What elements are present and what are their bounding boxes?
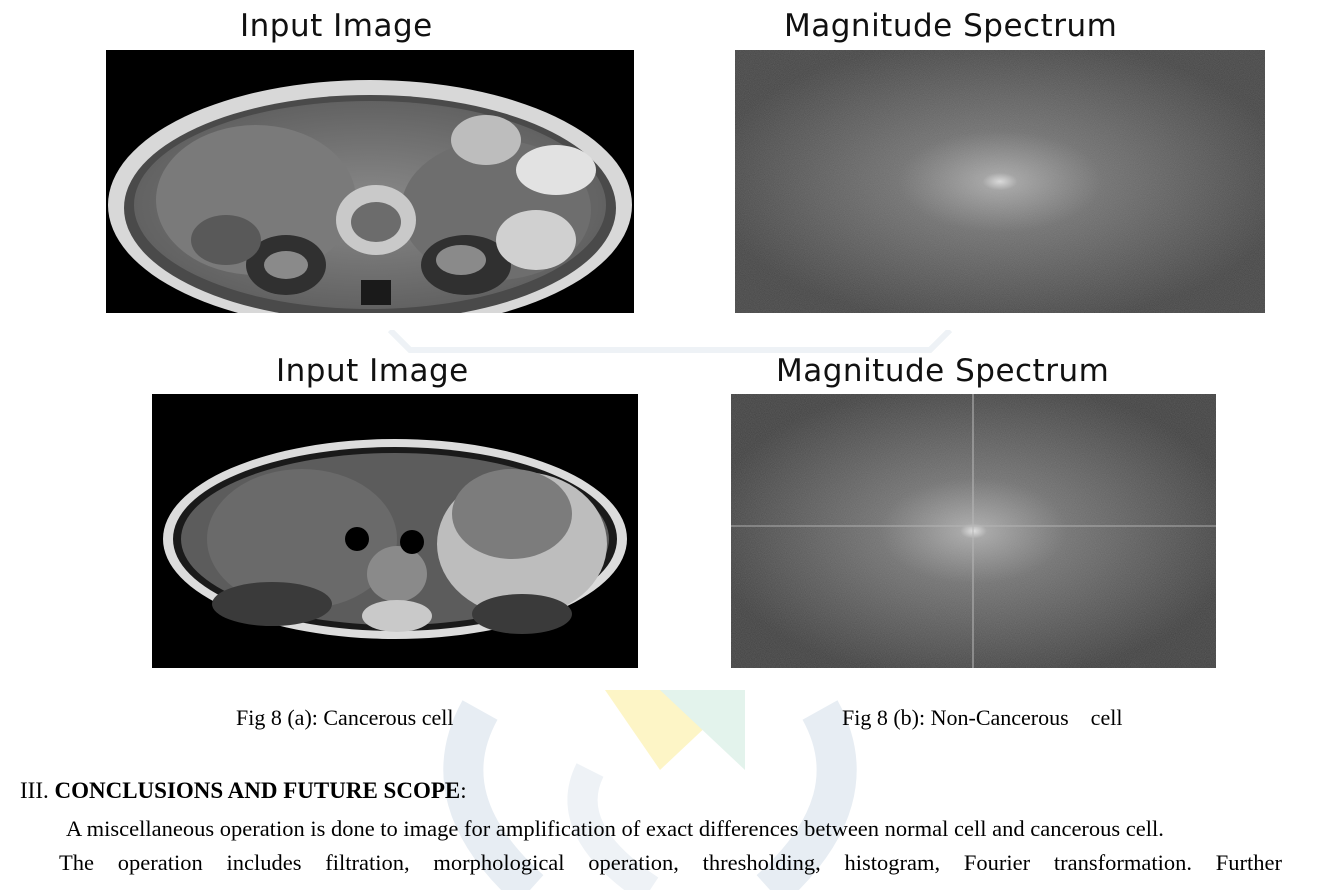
- magnitude-spectrum-cancerous: [735, 50, 1265, 313]
- section-number: III.: [20, 778, 49, 803]
- top-left-figure-title: Input Image: [240, 8, 433, 44]
- mri-input-image-cancerous: [106, 50, 634, 313]
- figure-caption-a: Fig 8 (a): Cancerous cell: [236, 705, 454, 730]
- magnitude-spectrum-noncancerous: [731, 394, 1216, 668]
- bottom-right-figure-title: Magnitude Spectrum: [776, 353, 1110, 389]
- figure-caption-b: Fig 8 (b): Non-Cancerous cell: [842, 705, 1123, 730]
- body-text-line-1: A miscellaneous operation is done to ima…: [66, 816, 1164, 841]
- mri-input-image-noncancerous: [152, 394, 638, 668]
- section-title: CONCLUSIONS AND FUTURE SCOPE: [54, 778, 461, 803]
- body-text-line-2: The operation includes filtration, morph…: [59, 850, 1282, 875]
- top-right-figure-title: Magnitude Spectrum: [784, 8, 1118, 44]
- bottom-left-figure-title: Input Image: [276, 353, 469, 389]
- section-title-suffix: :: [460, 778, 467, 803]
- section-heading: III. CONCLUSIONS AND FUTURE SCOPE:: [20, 778, 467, 804]
